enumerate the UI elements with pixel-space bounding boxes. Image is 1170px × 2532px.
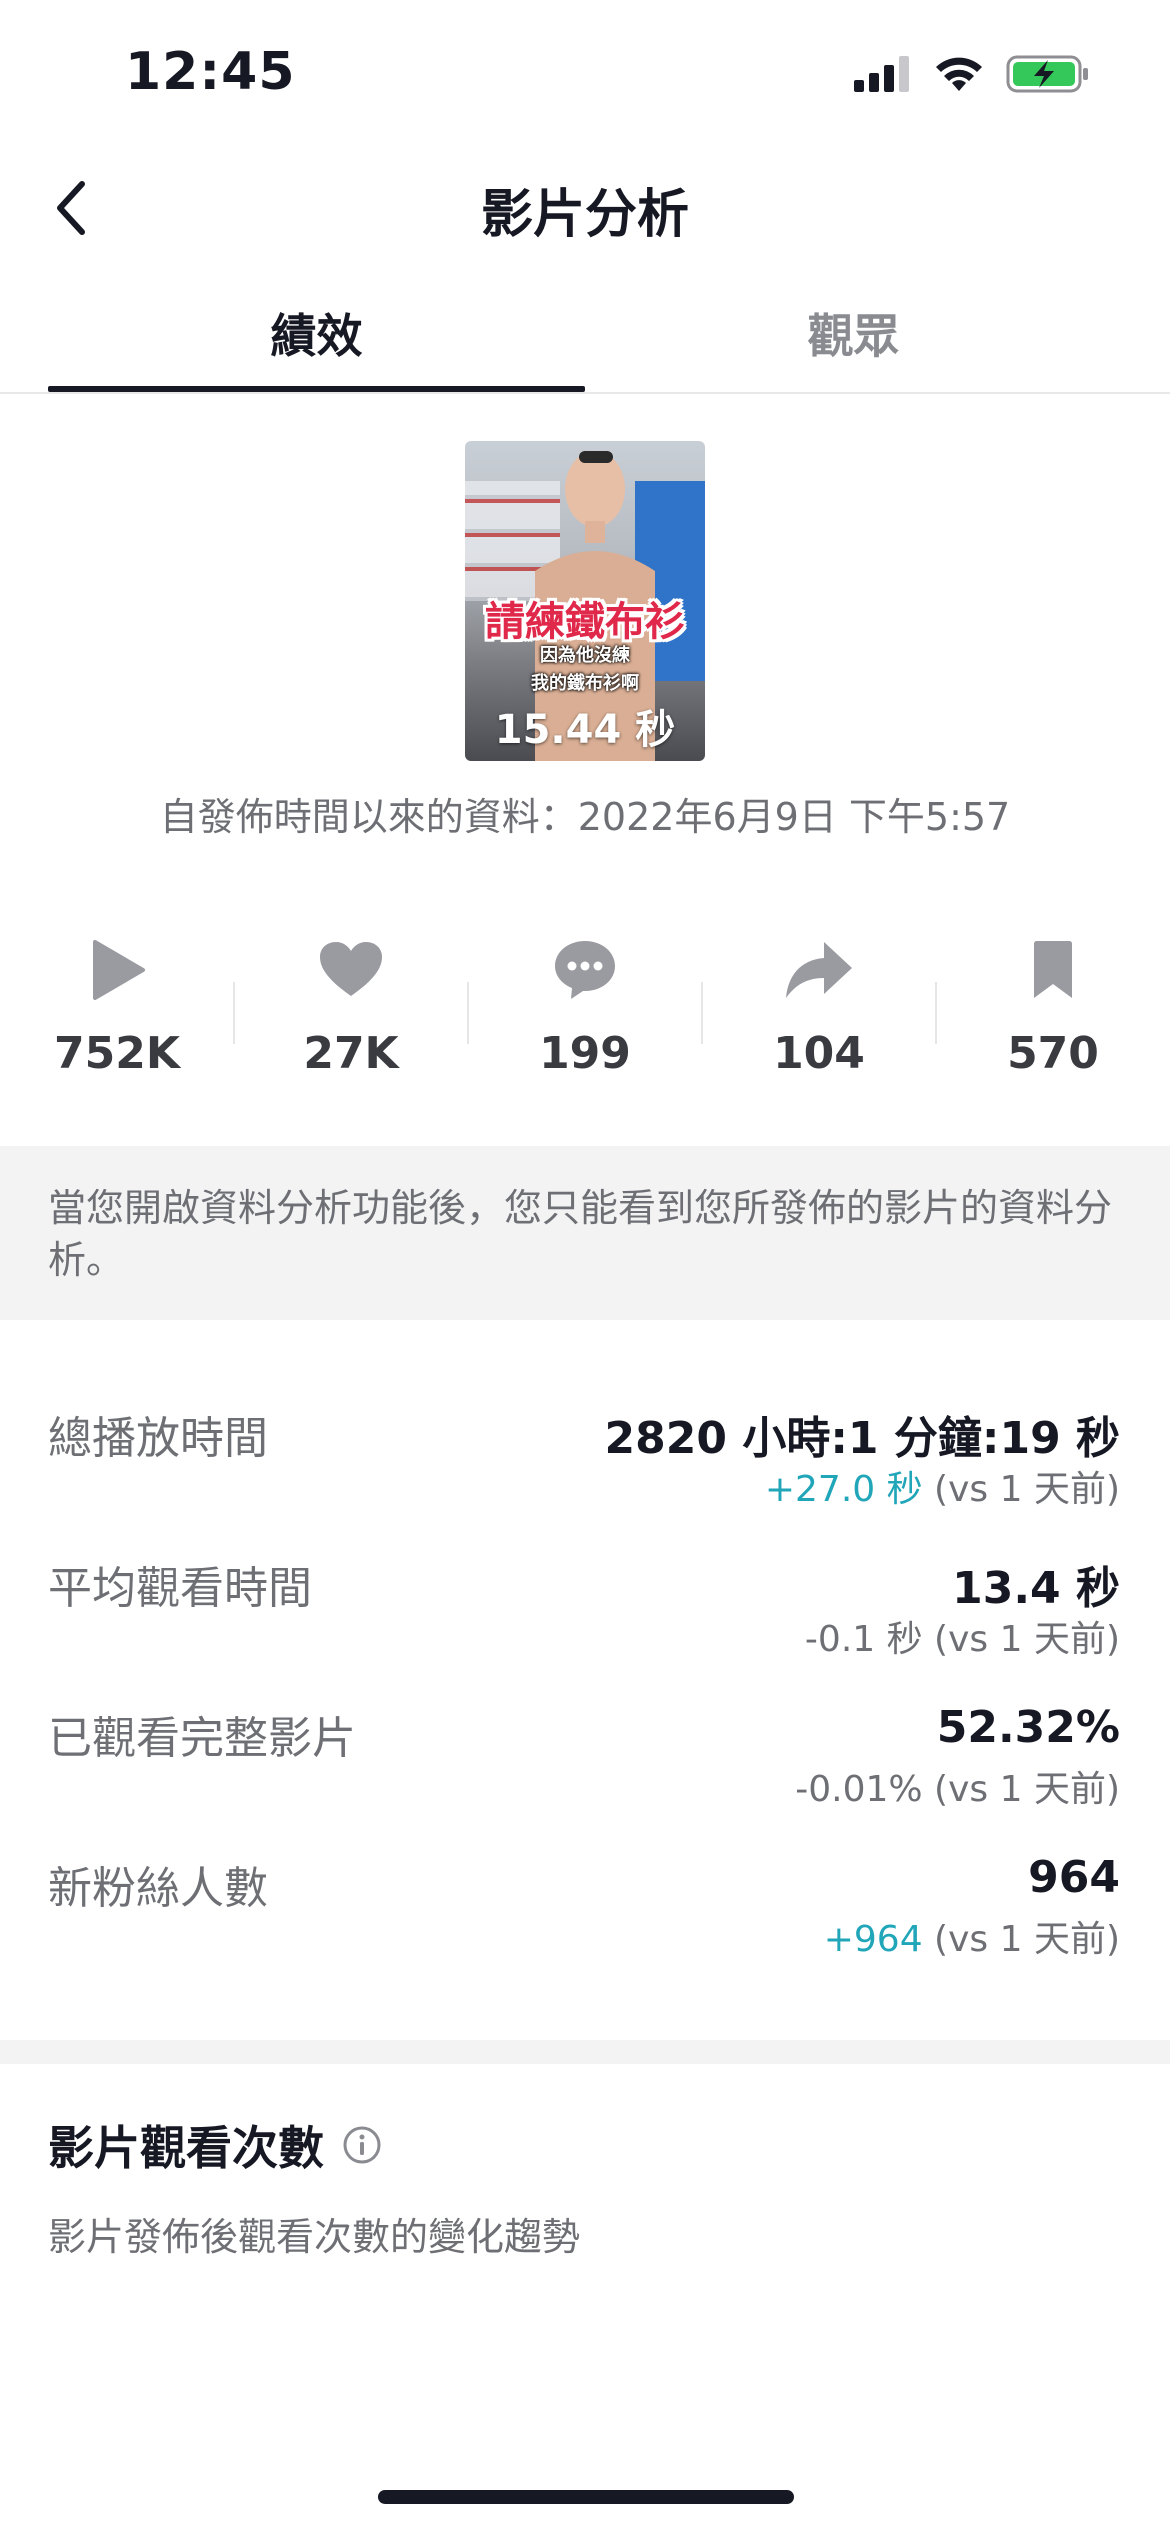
- home-indicator[interactable]: [378, 2490, 794, 2504]
- metric-compare: (vs 1 天前): [922, 1919, 1120, 1960]
- play-icon: [93, 940, 145, 1000]
- status-time: 12:45: [125, 42, 296, 102]
- page-title: 影片分析: [480, 185, 689, 245]
- metric-new-followers: 新粉絲人數 964 +964 (vs 1 天前): [48, 1852, 1120, 1992]
- tab-performance[interactable]: 績效: [48, 300, 585, 366]
- tab-audience[interactable]: 觀眾: [585, 300, 1122, 366]
- metric-value: 52.32%: [936, 1702, 1120, 1753]
- heart-icon: [320, 942, 382, 996]
- stat-value: 27K: [303, 1028, 399, 1079]
- metric-average-watch-time: 平均觀看時間 13.4 秒 -0.1 秒 (vs 1 天前): [48, 1552, 1120, 1692]
- metric-label: 平均觀看時間: [48, 1563, 312, 1614]
- share-icon: [786, 942, 852, 998]
- metric-delta: -0.01% (vs 1 天前): [795, 1760, 1120, 1812]
- stat-saves: 570: [936, 930, 1170, 1079]
- comment-icon: [555, 941, 615, 999]
- video-duration: 15.44 秒: [494, 707, 676, 753]
- info-banner-text: 當您開啟資料分析功能後，您只能看到您所發佈的影片的資料分析。: [48, 1186, 1113, 1282]
- stat-value: 199: [539, 1028, 631, 1079]
- publish-date-text: 自發佈時間以來的資料：2022年6月9日 下午5:57: [159, 795, 1011, 839]
- status-icons: [854, 54, 1090, 94]
- metric-value: 13.4 秒: [952, 1563, 1120, 1614]
- metric-delta-value: -0.1 秒: [804, 1619, 923, 1660]
- metric-compare: (vs 1 天前): [922, 1619, 1120, 1660]
- metric-delta-value: -0.01%: [795, 1769, 923, 1810]
- thumbnail-caption-line: 我的鐵布衫啊: [531, 673, 639, 694]
- metric-compare: (vs 1 天前): [922, 1469, 1120, 1510]
- metric-value: 964: [1028, 1852, 1120, 1903]
- video-views-subtitle: 影片發佈後觀看次數的變化趨勢: [48, 2215, 581, 2259]
- info-icon[interactable]: [342, 2125, 382, 2165]
- stat-value: 752K: [54, 1028, 180, 1079]
- metric-delta: +964 (vs 1 天前): [824, 1910, 1120, 1962]
- info-banner: 當您開啟資料分析功能後，您只能看到您所發佈的影片的資料分析。: [0, 1146, 1170, 1320]
- metric-value: 2820 小時:1 分鐘:19 秒: [604, 1413, 1120, 1464]
- stat-shares: 104: [702, 930, 936, 1079]
- tab-active-indicator: [48, 386, 585, 392]
- engagement-stats: 752K 27K 199 104 570: [0, 930, 1170, 1100]
- stat-comments: 199: [468, 930, 702, 1079]
- metric-label: 新粉絲人數: [48, 1863, 268, 1914]
- thumbnail-caption-title: 請練鐵布衫: [485, 599, 685, 645]
- metric-delta: +27.0 秒 (vs 1 天前): [765, 1460, 1120, 1512]
- wifi-icon: [936, 57, 982, 91]
- bookmark-icon: [1034, 941, 1072, 998]
- metric-watched-full-video: 已觀看完整影片 52.32% -0.01% (vs 1 天前): [48, 1702, 1120, 1842]
- metric-label: 總播放時間: [48, 1413, 268, 1464]
- battery-charging-icon: [1006, 55, 1088, 93]
- video-thumbnail[interactable]: 請練鐵布衫 因為他沒練 我的鐵布衫啊 15.44 秒: [465, 441, 705, 761]
- metric-delta-value: +964: [823, 1919, 923, 1960]
- metric-delta: -0.1 秒 (vs 1 天前): [805, 1610, 1120, 1662]
- metric-total-play-time: 總播放時間 2820 小時:1 分鐘:19 秒 +27.0 秒 (vs 1 天前…: [48, 1402, 1120, 1542]
- video-views-section-title: 影片觀看次數: [48, 2112, 382, 2178]
- metric-label: 已觀看完整影片: [48, 1713, 356, 1764]
- stat-value: 570: [1007, 1028, 1099, 1079]
- stat-likes: 27K: [234, 930, 468, 1079]
- section-divider: [0, 2040, 1170, 2064]
- stat-value: 104: [773, 1028, 865, 1079]
- metric-compare: (vs 1 天前): [922, 1769, 1120, 1810]
- metric-delta-value: +27.0 秒: [764, 1469, 923, 1510]
- stat-plays: 752K: [0, 930, 234, 1079]
- thumbnail-caption-line: 因為他沒練: [540, 645, 630, 666]
- signal-icon: [854, 56, 909, 92]
- tab-bar: 績效 觀眾: [0, 300, 1170, 394]
- video-views-title-text: 影片觀看次數: [48, 2121, 324, 2175]
